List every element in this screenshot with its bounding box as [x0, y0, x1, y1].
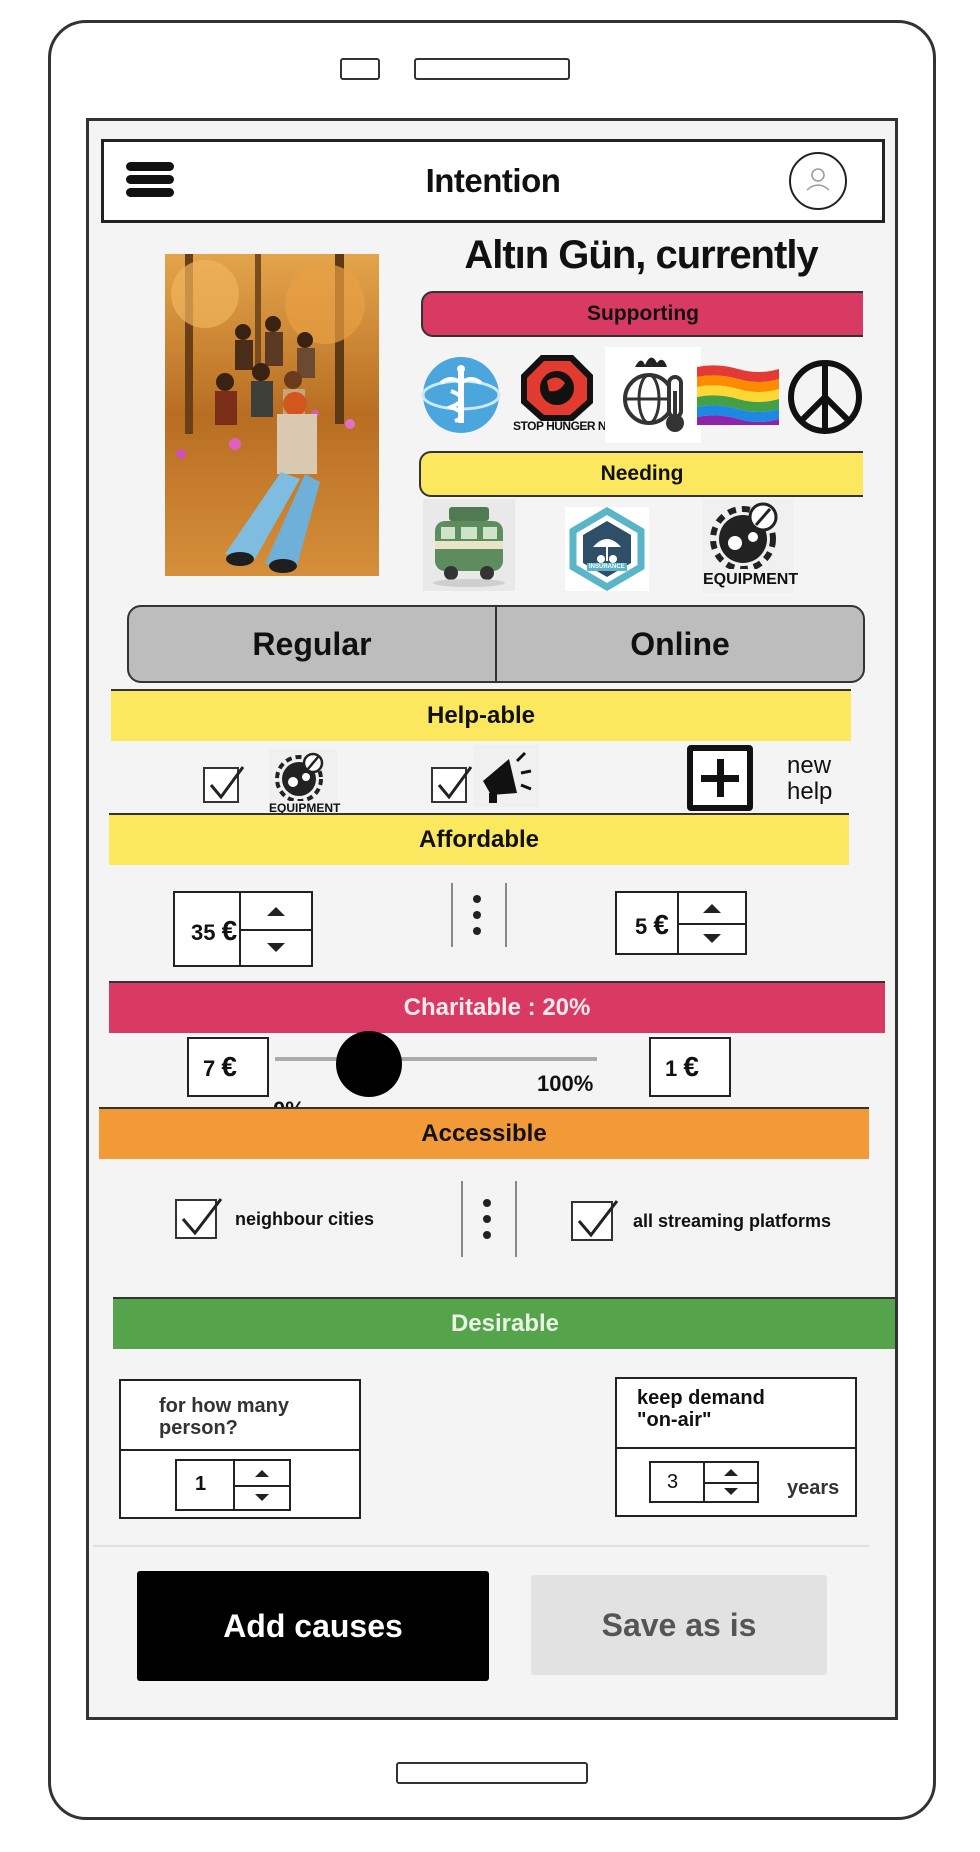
slider-max-label: 100% [537, 1071, 594, 1096]
insurance-icon[interactable]: INSURANCE [565, 506, 649, 592]
price-right-decrement[interactable] [679, 923, 745, 953]
price-left-increment[interactable] [241, 893, 311, 931]
equipment-caption: EQUIPMENT [703, 571, 799, 588]
new-help-label: new help [787, 753, 832, 805]
persons-card: for how many person? 1 [119, 1379, 361, 1519]
helpable-label: Help-able [426, 702, 536, 729]
persons-decrement[interactable] [235, 1485, 289, 1509]
insurance-caption: INSURANCE [589, 564, 625, 570]
needing-bar: Needing [419, 451, 863, 497]
price-right-increment[interactable] [679, 893, 745, 925]
speaker-grille [414, 58, 570, 80]
add-causes-label: Add causes [223, 1608, 403, 1644]
supporting-label: Supporting [587, 302, 699, 325]
home-button[interactable] [396, 1762, 588, 1784]
supporting-bar: Supporting [421, 291, 863, 337]
front-camera [340, 58, 380, 80]
stop-hunger-caption: STOP HUNGER NOW. [513, 419, 628, 433]
tab-online-label: Online [630, 626, 730, 662]
tab-regular[interactable]: Regular [129, 607, 497, 681]
neighbour-cities-checkbox[interactable] [175, 1198, 223, 1239]
more-options-icon[interactable] [451, 883, 507, 947]
affordable-label: Affordable [419, 826, 539, 853]
demand-card-header: keep demand "on-air" [617, 1379, 855, 1449]
charitable-left-value: 7 € [203, 1051, 237, 1082]
demand-value: 3 [667, 1471, 679, 1493]
equipment-icon[interactable]: EQUIPMENT [703, 499, 799, 593]
persons-card-header: for how many person? [121, 1381, 359, 1451]
demand-spinner[interactable] [703, 1461, 759, 1503]
demand-label: keep demand "on-air" [637, 1387, 765, 1431]
demand-increment[interactable] [705, 1463, 757, 1484]
helpable-equipment-icon: EQUIPMENT [269, 749, 340, 817]
price-right-spinner[interactable] [677, 891, 747, 955]
needing-label: Needing [600, 462, 684, 485]
user-avatar-icon[interactable] [789, 152, 847, 210]
charitable-left-amount[interactable]: 7 € [187, 1037, 269, 1097]
new-help-line2: help [787, 778, 833, 805]
stop-hunger-now-icon[interactable]: STOP HUNGER NOW. [513, 353, 628, 443]
medical-caduceus-globe-icon[interactable] [421, 353, 501, 437]
actions-divider [93, 1545, 869, 1547]
price-left-value: 35 € [191, 915, 238, 946]
streaming-platforms-checkbox[interactable] [571, 1200, 619, 1241]
rainbow-flag-icon[interactable] [697, 365, 779, 425]
helpable-promotion-checkbox[interactable] [431, 766, 473, 803]
artist-name: Altın Gün, currently [464, 233, 818, 277]
helpable-bar: Help-able [111, 689, 851, 741]
save-as-is-label: Save as is [601, 1607, 757, 1643]
tab-online[interactable]: Online [497, 607, 863, 681]
desirable-bar: Desirable [113, 1297, 895, 1349]
persons-value: 1 [195, 1473, 207, 1495]
artist-photo [165, 254, 379, 576]
charitable-label: Charitable : 20% [403, 994, 591, 1021]
persons-increment[interactable] [235, 1461, 289, 1487]
add-help-icon[interactable] [687, 745, 753, 811]
van-icon[interactable] [423, 499, 515, 591]
accessible-more-options-icon[interactable] [461, 1181, 517, 1257]
peace-sign-icon[interactable] [785, 357, 865, 437]
app-header: Intention [101, 139, 885, 223]
app-screen: Intention Altın Gün, currently Supportin… [86, 118, 898, 1720]
page-title: Intention [425, 162, 561, 199]
accessible-bar: Accessible [99, 1107, 869, 1159]
climate-thermometer-globe-icon[interactable] [605, 347, 701, 443]
tab-regular-label: Regular [252, 626, 372, 662]
mode-tabs: Regular Online [127, 605, 865, 683]
slider-thumb[interactable] [336, 1031, 403, 1097]
desirable-label: Desirable [450, 1310, 560, 1337]
new-help-line1: new [787, 752, 832, 779]
megaphone-icon [473, 745, 539, 807]
add-causes-button[interactable]: Add causes [137, 1571, 489, 1681]
price-right-value: 5 € [635, 909, 669, 940]
neighbour-cities-label: neighbour cities [235, 1209, 375, 1229]
charitable-right-value: 1 € [665, 1051, 699, 1082]
charitable-right-amount[interactable]: 1 € [649, 1037, 731, 1097]
streaming-platforms-label: all streaming platforms [633, 1211, 832, 1231]
helpable-equipment-checkbox[interactable] [203, 766, 245, 803]
slider-track [275, 1057, 597, 1061]
accessible-label: Accessible [421, 1120, 547, 1147]
persons-label: for how many person? [159, 1395, 290, 1439]
charitable-bar: Charitable : 20% [109, 981, 885, 1033]
demand-decrement[interactable] [705, 1482, 757, 1501]
price-left-decrement[interactable] [241, 929, 311, 965]
demand-unit: years [787, 1477, 840, 1499]
price-left-spinner[interactable] [239, 891, 313, 967]
affordable-bar: Affordable [109, 813, 849, 865]
save-as-is-button[interactable]: Save as is [531, 1575, 827, 1675]
persons-spinner[interactable] [233, 1459, 291, 1511]
demand-card: keep demand "on-air" 3 years [615, 1377, 857, 1517]
